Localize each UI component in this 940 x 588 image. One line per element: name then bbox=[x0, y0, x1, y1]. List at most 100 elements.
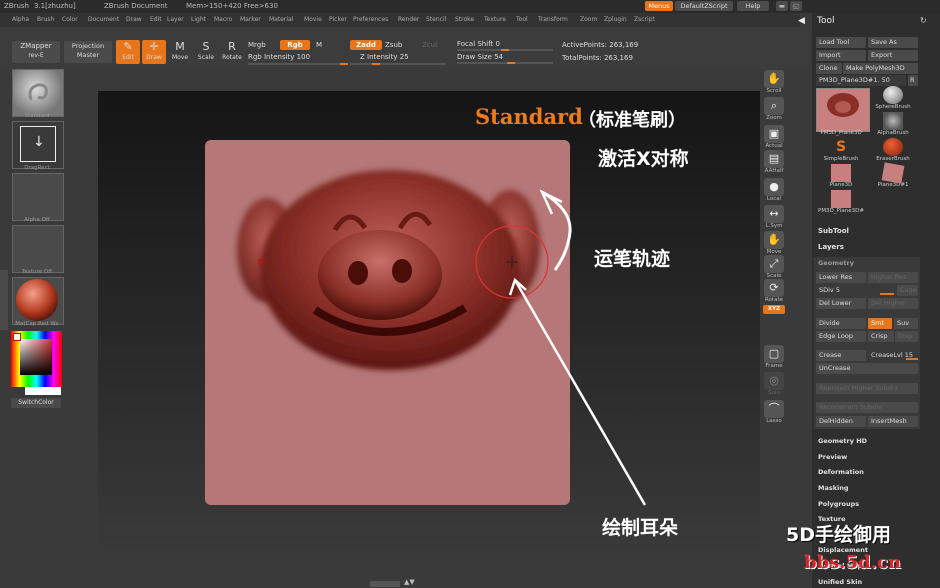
menu-zscript[interactable]: Zscript bbox=[634, 13, 655, 27]
left-tray-handle[interactable] bbox=[0, 270, 8, 330]
lower-res-button[interactable]: Lower Res bbox=[816, 272, 866, 283]
del-hidden-button[interactable]: DelHidden bbox=[816, 416, 866, 427]
switch-color-button[interactable]: SwitchColor bbox=[11, 398, 61, 408]
shelf-move-button[interactable]: ✋ Move bbox=[763, 231, 785, 255]
move-mode-button[interactable]: M Move bbox=[168, 40, 192, 64]
higher-res-button[interactable]: Higher Res bbox=[868, 272, 918, 283]
sdiv-slider-thumb[interactable] bbox=[880, 293, 894, 295]
shelf-aahalf-button[interactable]: ▤ AAHalf bbox=[763, 150, 785, 174]
zsub-toggle[interactable]: Zsub bbox=[385, 41, 402, 49]
brush-thumbnail[interactable] bbox=[12, 69, 64, 117]
smt-toggle[interactable]: Smt bbox=[868, 318, 892, 329]
focal-shift-slider[interactable] bbox=[457, 49, 553, 51]
menu-picker[interactable]: Picker bbox=[329, 13, 347, 27]
menu-preferences[interactable]: Preferences bbox=[353, 13, 388, 27]
section-unified-skin[interactable]: Unified Skin bbox=[818, 578, 862, 586]
menu-brush[interactable]: Brush bbox=[37, 13, 54, 27]
z-intensity-slider-label[interactable]: Z Intensity 25 bbox=[360, 53, 409, 61]
save-as-button[interactable]: Save As bbox=[868, 37, 918, 48]
shelf-scale-button[interactable]: ⤢ Scale bbox=[763, 255, 785, 279]
rgb-intensity-slider[interactable] bbox=[248, 63, 348, 65]
m-toggle[interactable]: M bbox=[316, 41, 322, 49]
zmapper-button[interactable]: ZMapper rev-E bbox=[12, 41, 60, 63]
shelf-local-button[interactable]: ● Local bbox=[763, 178, 785, 202]
texture-thumbnail[interactable] bbox=[12, 225, 64, 273]
menu-texture[interactable]: Texture bbox=[484, 13, 506, 27]
menu-macro[interactable]: Macro bbox=[214, 13, 232, 27]
rotate-mode-button[interactable]: R Rotate bbox=[220, 40, 244, 64]
z-intensity-slider[interactable] bbox=[350, 63, 446, 65]
load-tool-button[interactable]: Load Tool bbox=[816, 37, 866, 48]
help-button[interactable]: Help bbox=[737, 1, 769, 11]
shelf-lsym-button[interactable]: ↔ L.Sym bbox=[763, 205, 785, 229]
zcut-toggle[interactable]: Zcut bbox=[422, 41, 438, 49]
import-button[interactable]: Import bbox=[816, 50, 866, 61]
reproject-higher-subdiv-button[interactable]: Reproject Higher Subdiv bbox=[816, 383, 918, 394]
clone-button[interactable]: Clone bbox=[816, 63, 842, 74]
menus-button[interactable]: Menus bbox=[645, 1, 673, 11]
menu-movie[interactable]: Movie bbox=[304, 13, 322, 27]
tool-panel-collapse-icon[interactable]: ◀ bbox=[798, 16, 805, 26]
window-minimize-icon[interactable]: ▬ bbox=[776, 1, 788, 11]
menu-light[interactable]: Light bbox=[191, 13, 206, 27]
section-preview[interactable]: Preview bbox=[818, 453, 847, 461]
disp-toggle[interactable]: Disp bbox=[895, 331, 918, 342]
shelf-scroll-button[interactable]: ✋ Scroll bbox=[763, 70, 785, 94]
menu-material[interactable]: Material bbox=[269, 13, 293, 27]
shelf-zoom-button[interactable]: ⌕ Zoom bbox=[763, 97, 785, 121]
menu-transform[interactable]: Transform bbox=[538, 13, 568, 27]
stroke-thumbnail[interactable]: ↓ bbox=[12, 121, 64, 169]
menu-layer[interactable]: Layer bbox=[167, 13, 184, 27]
menu-color[interactable]: Color bbox=[62, 13, 78, 27]
menu-stroke[interactable]: Stroke bbox=[455, 13, 474, 27]
brush-item-spherebrush[interactable]: SphereBrush bbox=[868, 86, 918, 110]
menu-document[interactable]: Document bbox=[88, 13, 119, 27]
secondary-color-swatch[interactable] bbox=[25, 387, 61, 395]
menu-tool[interactable]: Tool bbox=[516, 13, 528, 27]
layers-section[interactable]: Layers bbox=[818, 243, 844, 251]
suv-toggle[interactable]: Suv bbox=[894, 318, 918, 329]
draw-mode-button[interactable]: ✛ Draw bbox=[142, 40, 166, 64]
shelf-actual-button[interactable]: ▣ Actual bbox=[763, 125, 785, 149]
color-picker-square[interactable] bbox=[20, 339, 52, 375]
section-masking[interactable]: Masking bbox=[818, 484, 849, 492]
canvas-scroll-handle[interactable] bbox=[370, 581, 400, 587]
menu-draw[interactable]: Draw bbox=[126, 13, 142, 27]
insert-mesh-button[interactable]: InsertMesh bbox=[868, 416, 918, 427]
r-button[interactable]: R bbox=[908, 75, 918, 86]
section-polygroups[interactable]: Polygroups bbox=[818, 500, 859, 508]
window-restore-icon[interactable]: ◱ bbox=[790, 1, 802, 11]
current-tool-slider[interactable]: PM3D_Plane3D#1. 50 bbox=[816, 75, 906, 86]
focal-shift-slider-label[interactable]: Focal Shift 0 bbox=[457, 40, 500, 48]
menu-zoom[interactable]: Zoom bbox=[580, 13, 597, 27]
shelf-rotate-button[interactable]: ⟳ Rotate bbox=[763, 279, 785, 303]
menu-alpha[interactable]: Alpha bbox=[12, 13, 29, 27]
menu-zplugin[interactable]: Zplugin bbox=[604, 13, 627, 27]
cage-button[interactable]: Cage bbox=[897, 285, 918, 296]
crease-button[interactable]: Crease bbox=[816, 350, 866, 361]
make-polymesh-button[interactable]: Make PolyMesh3D bbox=[843, 63, 918, 74]
geometry-section[interactable]: Geometry bbox=[818, 259, 854, 267]
projection-master-button[interactable]: Projection Master bbox=[64, 41, 112, 63]
shelf-lasso-button[interactable]: ⌒ Lasso bbox=[763, 400, 785, 424]
shelf-solo-button[interactable]: ◎ Solo bbox=[763, 372, 785, 396]
tray-toggle-icon[interactable]: ▲▼ bbox=[404, 578, 415, 586]
menu-marker[interactable]: Marker bbox=[240, 13, 261, 27]
section-geometry-hd[interactable]: Geometry HD bbox=[818, 437, 867, 445]
rgb-intensity-slider-label[interactable]: Rgb Intensity 100 bbox=[248, 53, 310, 61]
scale-mode-button[interactable]: S Scale bbox=[194, 40, 218, 64]
reconstruct-subdiv-button[interactable]: Reconstruct Subdiv bbox=[816, 402, 918, 413]
zadd-toggle[interactable]: Zadd bbox=[350, 40, 382, 50]
refresh-icon[interactable]: ↻ bbox=[920, 16, 927, 25]
divide-button[interactable]: Divide bbox=[816, 318, 866, 329]
section-deformation[interactable]: Deformation bbox=[818, 468, 864, 476]
default-zscript-button[interactable]: DefaultZScript bbox=[675, 1, 733, 11]
brush-item-eraserbrush[interactable]: EraserBrush bbox=[868, 138, 918, 162]
uncrease-button[interactable]: UnCrease bbox=[816, 363, 918, 374]
rgb-toggle[interactable]: Rgb bbox=[280, 40, 310, 50]
menu-stencil[interactable]: Stencil bbox=[426, 13, 446, 27]
shelf-frame-button[interactable]: ▢ Frame bbox=[763, 345, 785, 369]
brush-item-simplebrush[interactable]: S SimpleBrush bbox=[816, 138, 866, 162]
mrgb-toggle[interactable]: Mrgb bbox=[248, 41, 266, 49]
brush-item-alphabrush[interactable]: AlphaBrush bbox=[868, 112, 918, 136]
